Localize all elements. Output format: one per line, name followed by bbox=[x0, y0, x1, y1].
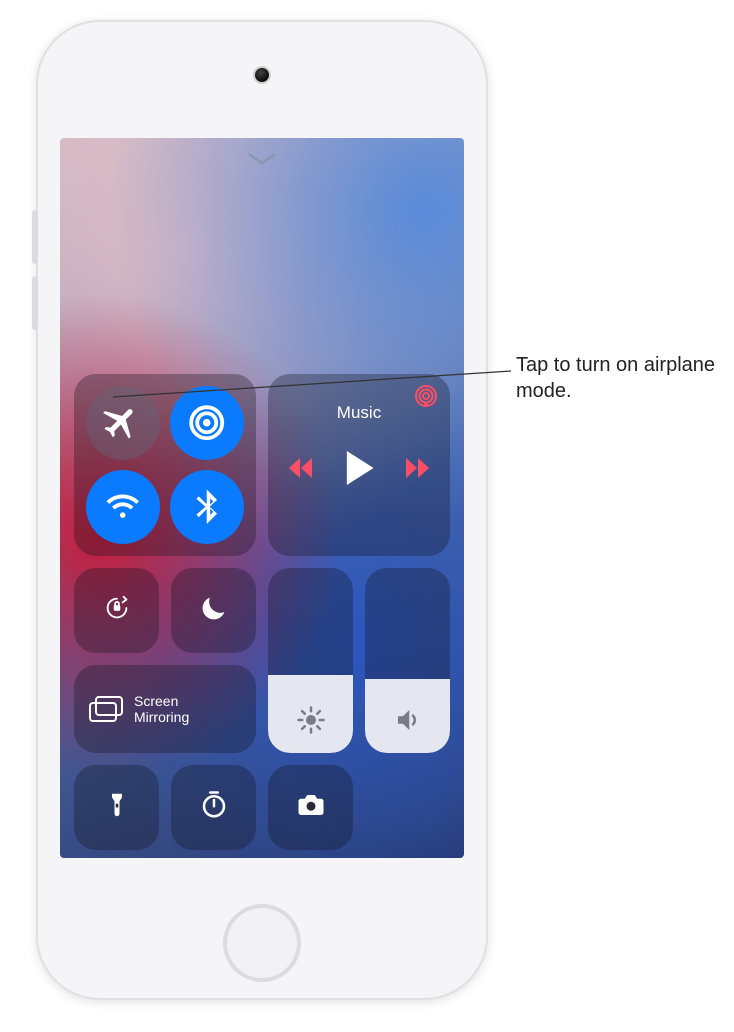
dismiss-chevron[interactable] bbox=[246, 152, 278, 166]
brightness-slider[interactable] bbox=[268, 568, 353, 753]
airdrop-toggle[interactable] bbox=[170, 386, 244, 460]
screen-mirroring-icon bbox=[88, 695, 124, 723]
screen-mirroring-label: ScreenMirroring bbox=[134, 693, 189, 725]
transport-controls bbox=[288, 451, 430, 490]
media-title: Music bbox=[337, 403, 381, 423]
screen-mirroring-button[interactable]: ScreenMirroring bbox=[74, 665, 256, 753]
control-center: Music bbox=[74, 374, 450, 850]
volume-down-hardware bbox=[32, 276, 38, 330]
camera-icon bbox=[296, 790, 326, 825]
volume-up-hardware bbox=[32, 210, 38, 264]
front-camera bbox=[255, 68, 269, 82]
skip-forward-button[interactable] bbox=[404, 458, 430, 483]
flashlight-icon bbox=[102, 790, 132, 825]
airplane-mode-toggle[interactable] bbox=[86, 386, 160, 460]
camera-button[interactable] bbox=[268, 765, 353, 850]
orientation-lock-icon bbox=[102, 593, 132, 628]
airplane-icon bbox=[102, 402, 143, 443]
airdrop-icon bbox=[186, 402, 227, 443]
moon-icon bbox=[199, 593, 229, 628]
wifi-toggle[interactable] bbox=[86, 470, 160, 544]
skip-back-button[interactable] bbox=[288, 458, 314, 483]
media-controls-group[interactable]: Music bbox=[268, 374, 450, 556]
screen: Music bbox=[60, 138, 464, 858]
bluetooth-icon bbox=[186, 486, 227, 527]
flashlight-button[interactable] bbox=[74, 765, 159, 850]
device-frame: Music bbox=[36, 20, 488, 1000]
volume-slider[interactable] bbox=[365, 568, 450, 753]
play-button[interactable] bbox=[344, 451, 374, 490]
callout-text: Tap to turn on airplane mode. bbox=[516, 352, 716, 404]
airplay-audio-icon bbox=[414, 384, 438, 408]
orientation-lock-toggle[interactable] bbox=[74, 568, 159, 653]
home-button-hardware bbox=[223, 904, 301, 982]
wifi-icon bbox=[102, 486, 143, 527]
do-not-disturb-toggle[interactable] bbox=[171, 568, 256, 653]
timer-icon bbox=[199, 790, 229, 825]
connectivity-group bbox=[74, 374, 256, 556]
brightness-icon bbox=[296, 705, 326, 735]
sliders-group bbox=[268, 568, 450, 753]
bluetooth-toggle[interactable] bbox=[170, 470, 244, 544]
volume-icon bbox=[393, 705, 423, 735]
timer-button[interactable] bbox=[171, 765, 256, 850]
